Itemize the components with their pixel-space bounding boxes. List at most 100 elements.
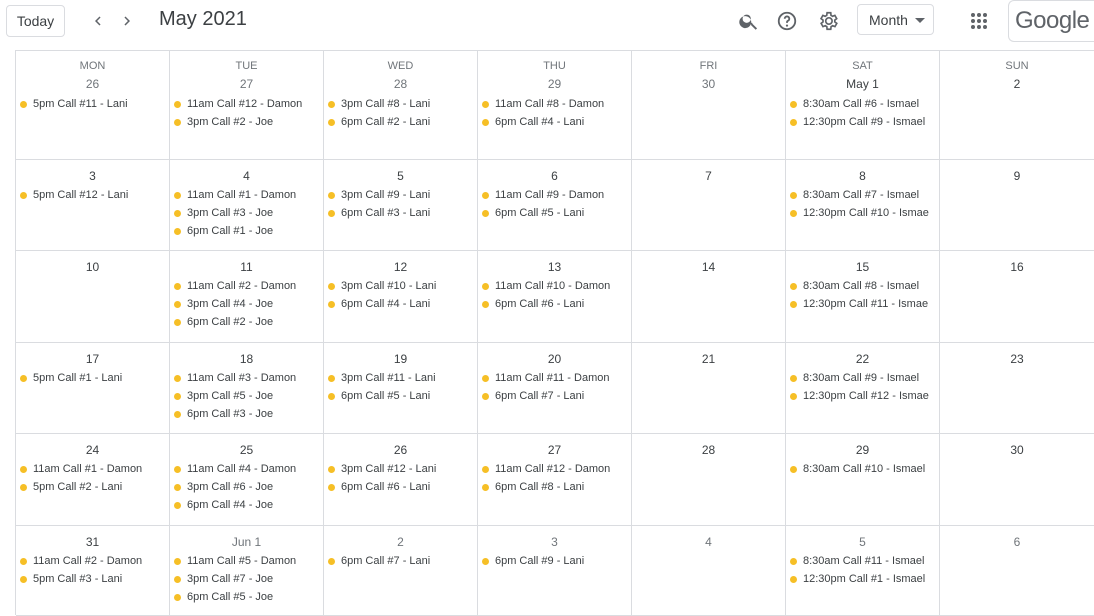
today-button[interactable]: Today bbox=[6, 5, 65, 37]
event-chip[interactable]: 6pm Call #1 - Joe bbox=[172, 222, 323, 240]
day-cell[interactable]: 20 11am Call #11 - Damon 6pm Call #7 - Lani bbox=[478, 343, 632, 434]
event-chip[interactable]: 3pm Call #8 - Lani bbox=[326, 95, 477, 113]
day-cell[interactable]: 2 6pm Call #7 - Lani bbox=[324, 526, 478, 616]
day-number[interactable]: 20 bbox=[478, 352, 631, 366]
event-chip[interactable]: 6pm Call #5 - Joe bbox=[172, 588, 323, 606]
day-number[interactable]: 2 bbox=[324, 535, 477, 549]
day-cell[interactable]: 30 bbox=[940, 434, 1094, 526]
event-chip[interactable]: 12:30pm Call #9 - Ismael bbox=[788, 113, 939, 131]
day-cell[interactable]: 6 11am Call #9 - Damon 6pm Call #5 - Lani bbox=[478, 160, 632, 251]
day-number[interactable]: 4 bbox=[632, 535, 785, 549]
event-chip[interactable]: 3pm Call #4 - Joe bbox=[172, 295, 323, 313]
view-switcher-dropdown[interactable]: Month bbox=[857, 4, 934, 35]
event-chip[interactable]: 3pm Call #3 - Joe bbox=[172, 204, 323, 222]
day-number[interactable]: 4 bbox=[170, 169, 323, 183]
day-number[interactable]: 13 bbox=[478, 260, 631, 274]
event-chip[interactable]: 11am Call #2 - Damon bbox=[172, 277, 323, 295]
day-number[interactable]: 30 bbox=[940, 443, 1094, 457]
day-cell[interactable]: 27 11am Call #12 - Damon 6pm Call #8 - Lani bbox=[478, 434, 632, 526]
event-chip[interactable]: 5pm Call #3 - Lani bbox=[18, 570, 169, 588]
day-cell[interactable]: 3 5pm Call #12 - Lani bbox=[16, 160, 170, 251]
apps-grid-icon[interactable] bbox=[965, 7, 993, 35]
event-chip[interactable]: 11am Call #2 - Damon bbox=[18, 552, 169, 570]
day-cell[interactable]: 17 5pm Call #1 - Lani bbox=[16, 343, 170, 434]
day-cell[interactable]: 26 3pm Call #12 - Lani 6pm Call #6 - Lani bbox=[324, 434, 478, 526]
day-cell[interactable]: 5 3pm Call #9 - Lani 6pm Call #3 - Lani bbox=[324, 160, 478, 251]
day-number[interactable]: 29 bbox=[478, 77, 631, 91]
help-icon[interactable] bbox=[773, 7, 801, 35]
day-number[interactable]: 29 bbox=[786, 443, 939, 457]
day-cell[interactable]: 10 bbox=[16, 251, 170, 343]
event-chip[interactable]: 12:30pm Call #12 - Ismae bbox=[788, 387, 939, 405]
day-number[interactable]: 23 bbox=[940, 352, 1094, 366]
event-chip[interactable]: 6pm Call #5 - Lani bbox=[326, 387, 477, 405]
day-cell[interactable]: 13 11am Call #10 - Damon 6pm Call #6 - Lani bbox=[478, 251, 632, 343]
event-chip[interactable]: 6pm Call #2 - Lani bbox=[326, 113, 477, 131]
event-chip[interactable]: 11am Call #3 - Damon bbox=[172, 369, 323, 387]
event-chip[interactable]: 6pm Call #9 - Lani bbox=[480, 552, 631, 570]
event-chip[interactable]: 11am Call #12 - Damon bbox=[172, 95, 323, 113]
day-number[interactable]: 16 bbox=[940, 260, 1094, 274]
day-number[interactable]: 14 bbox=[632, 260, 785, 274]
day-cell[interactable]: 7 bbox=[632, 160, 786, 251]
day-number[interactable]: 2 bbox=[940, 77, 1094, 91]
day-number[interactable]: 10 bbox=[16, 260, 169, 274]
day-cell[interactable]: 8 8:30am Call #7 - Ismael 12:30pm Call #10 -… bbox=[786, 160, 940, 251]
day-number[interactable]: 6 bbox=[940, 535, 1094, 549]
day-cell[interactable]: Jun 1 11am Call #5 - Damon 3pm Call #7 - Joe… bbox=[170, 526, 324, 616]
chevron-left-icon[interactable] bbox=[86, 9, 110, 33]
event-chip[interactable]: 6pm Call #4 - Joe bbox=[172, 496, 323, 514]
event-chip[interactable]: 12:30pm Call #11 - Ismae bbox=[788, 295, 939, 313]
day-number[interactable]: 30 bbox=[632, 77, 785, 91]
day-cell[interactable]: 24 11am Call #1 - Damon 5pm Call #2 - Lani bbox=[16, 434, 170, 526]
event-chip[interactable]: 6pm Call #8 - Lani bbox=[480, 478, 631, 496]
day-cell[interactable]: WED 28 3pm Call #8 - Lani 6pm Call #2 - Lani bbox=[324, 51, 478, 160]
day-cell[interactable]: 19 3pm Call #11 - Lani 6pm Call #5 - Lani bbox=[324, 343, 478, 434]
event-chip[interactable]: 6pm Call #4 - Lani bbox=[480, 113, 631, 131]
day-cell[interactable]: 16 bbox=[940, 251, 1094, 343]
event-chip[interactable]: 5pm Call #1 - Lani bbox=[18, 369, 169, 387]
day-cell[interactable]: 9 bbox=[940, 160, 1094, 251]
day-cell[interactable]: 5 8:30am Call #11 - Ismael 12:30pm Call #1 -… bbox=[786, 526, 940, 616]
day-number[interactable]: 22 bbox=[786, 352, 939, 366]
day-number[interactable]: 18 bbox=[170, 352, 323, 366]
day-number[interactable]: 12 bbox=[324, 260, 477, 274]
day-number[interactable]: 26 bbox=[16, 77, 169, 91]
day-cell[interactable]: 28 bbox=[632, 434, 786, 526]
event-chip[interactable]: 11am Call #12 - Damon bbox=[480, 460, 631, 478]
event-chip[interactable]: 6pm Call #2 - Joe bbox=[172, 313, 323, 331]
day-number[interactable]: 5 bbox=[786, 535, 939, 549]
event-chip[interactable]: 11am Call #1 - Damon bbox=[18, 460, 169, 478]
event-chip[interactable]: 3pm Call #11 - Lani bbox=[326, 369, 477, 387]
day-cell[interactable]: 14 bbox=[632, 251, 786, 343]
event-chip[interactable]: 8:30am Call #6 - Ismael bbox=[788, 95, 939, 113]
event-chip[interactable]: 11am Call #5 - Damon bbox=[172, 552, 323, 570]
event-chip[interactable]: 12:30pm Call #10 - Ismae bbox=[788, 204, 939, 222]
day-number[interactable]: 27 bbox=[478, 443, 631, 457]
day-number[interactable]: 3 bbox=[478, 535, 631, 549]
day-cell[interactable]: 4 bbox=[632, 526, 786, 616]
day-number[interactable]: 21 bbox=[632, 352, 785, 366]
day-cell[interactable]: SAT May 1 8:30am Call #6 - Ismael 12:30pm Cal… bbox=[786, 51, 940, 160]
event-chip[interactable]: 3pm Call #9 - Lani bbox=[326, 186, 477, 204]
day-number[interactable]: 28 bbox=[632, 443, 785, 457]
day-number[interactable]: 24 bbox=[16, 443, 169, 457]
event-chip[interactable]: 3pm Call #7 - Joe bbox=[172, 570, 323, 588]
day-number[interactable]: Jun 1 bbox=[170, 535, 323, 549]
event-chip[interactable]: 11am Call #8 - Damon bbox=[480, 95, 631, 113]
day-cell[interactable]: 31 11am Call #2 - Damon 5pm Call #3 - Lani bbox=[16, 526, 170, 616]
day-cell[interactable]: THU 29 11am Call #8 - Damon 6pm Call #4 - Lan… bbox=[478, 51, 632, 160]
event-chip[interactable]: 6pm Call #6 - Lani bbox=[480, 295, 631, 313]
event-chip[interactable]: 11am Call #9 - Damon bbox=[480, 186, 631, 204]
day-number[interactable]: 3 bbox=[16, 169, 169, 183]
event-chip[interactable]: 8:30am Call #11 - Ismael bbox=[788, 552, 939, 570]
event-chip[interactable]: 11am Call #10 - Damon bbox=[480, 277, 631, 295]
day-number[interactable]: 5 bbox=[324, 169, 477, 183]
day-number[interactable]: 26 bbox=[324, 443, 477, 457]
event-chip[interactable]: 6pm Call #7 - Lani bbox=[326, 552, 477, 570]
day-number[interactable]: 25 bbox=[170, 443, 323, 457]
event-chip[interactable]: 5pm Call #2 - Lani bbox=[18, 478, 169, 496]
event-chip[interactable]: 6pm Call #7 - Lani bbox=[480, 387, 631, 405]
day-number[interactable]: 8 bbox=[786, 169, 939, 183]
day-cell[interactable]: 29 8:30am Call #10 - Ismael bbox=[786, 434, 940, 526]
